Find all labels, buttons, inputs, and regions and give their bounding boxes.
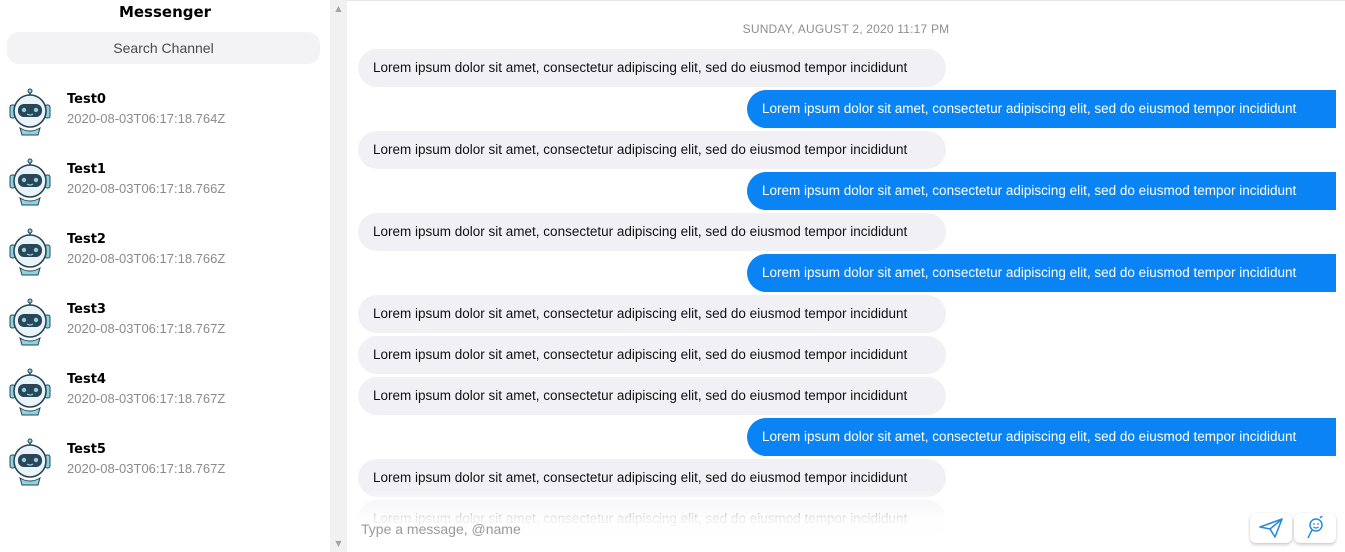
channel-name: Test0 [67,92,106,107]
sidebar-title: Messenger [118,3,212,21]
robot-avatar-icon [8,228,52,276]
channel-item[interactable]: Test5 2020-08-03T06:17:18.767Z [0,438,330,508]
channel-timestamp: 2020-08-03T06:17:18.767Z [67,391,226,406]
message-input[interactable] [359,517,1243,541]
channel-item[interactable]: Test3 2020-08-03T06:17:18.767Z [0,298,330,368]
incoming-message: Lorem ipsum dolor sit amet, consectetur … [358,295,946,333]
channel-timestamp: 2020-08-03T06:17:18.766Z [67,251,226,266]
channel-item[interactable]: Test4 2020-08-03T06:17:18.767Z [0,368,330,438]
scroll-up-arrow-icon[interactable]: ▲ [330,0,347,17]
outgoing-message: Lorem ipsum dolor sit amet, consectetur … [747,254,1336,292]
emoji-icon [1307,516,1324,539]
channel-timestamp: 2020-08-03T06:17:18.766Z [67,181,226,196]
channel-name: Test1 [67,162,106,177]
outgoing-message: Lorem ipsum dolor sit amet, consectetur … [747,90,1336,128]
robot-avatar-icon [8,438,52,486]
channel-timestamp: 2020-08-03T06:17:18.767Z [67,321,226,336]
emoji-button[interactable] [1294,513,1336,543]
robot-avatar-icon [8,88,52,136]
search-channel-input[interactable] [7,32,320,64]
channel-name: Test5 [67,442,106,457]
outgoing-message: Lorem ipsum dolor sit amet, consectetur … [747,418,1336,456]
robot-avatar-icon [8,158,52,206]
send-button[interactable] [1250,513,1292,543]
channel-timestamp: 2020-08-03T06:17:18.767Z [67,461,226,476]
chat-panel: SUNDAY, AUGUST 2, 2020 11:17 PM Lorem ip… [347,0,1345,552]
incoming-message: Lorem ipsum dolor sit amet, consectetur … [358,131,946,169]
channel-item[interactable]: Test1 2020-08-03T06:17:18.766Z [0,158,330,228]
incoming-message: Lorem ipsum dolor sit amet, consectetur … [358,49,946,87]
message-date-header: SUNDAY, AUGUST 2, 2020 11:17 PM [742,22,950,36]
robot-avatar-icon [8,368,52,416]
incoming-message: Lorem ipsum dolor sit amet, consectetur … [358,377,946,415]
channel-sidebar: Messenger Test0 2020-08-03T06:17:18.764Z… [0,0,330,552]
scroll-down-arrow-icon[interactable]: ▼ [330,535,347,552]
channel-item[interactable]: Test2 2020-08-03T06:17:18.766Z [0,228,330,298]
sidebar-scrollbar[interactable]: ▲ ▼ [330,0,347,552]
incoming-message: Lorem ipsum dolor sit amet, consectetur … [358,213,946,251]
send-icon [1259,518,1283,538]
channel-name: Test2 [67,232,106,247]
outgoing-message: Lorem ipsum dolor sit amet, consectetur … [747,172,1336,210]
channel-name: Test3 [67,302,106,317]
robot-avatar-icon [8,298,52,346]
channel-item[interactable]: Test0 2020-08-03T06:17:18.764Z [0,88,330,158]
channel-timestamp: 2020-08-03T06:17:18.764Z [67,111,226,126]
channel-name: Test4 [67,372,106,387]
incoming-message: Lorem ipsum dolor sit amet, consectetur … [358,336,946,374]
